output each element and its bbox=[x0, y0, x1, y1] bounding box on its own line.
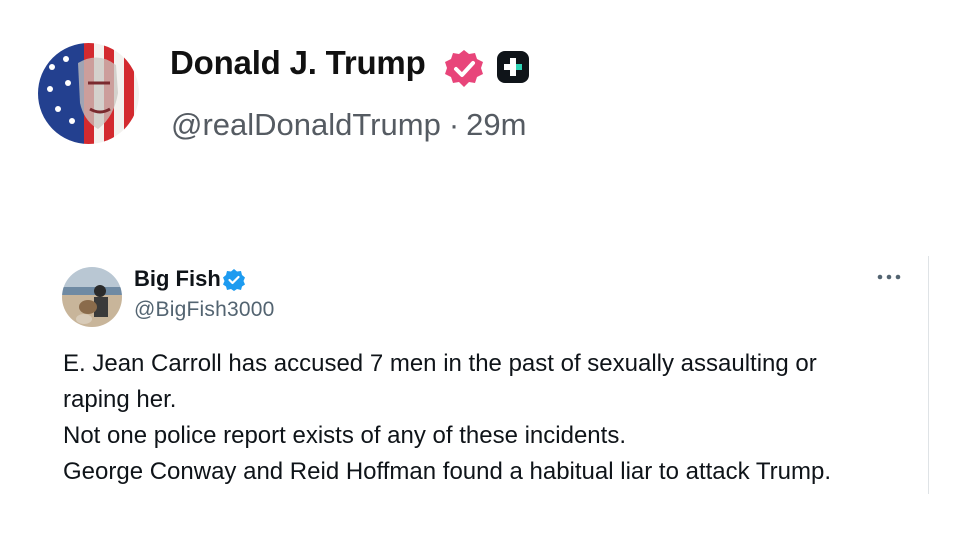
quoted-text-line: raping her. bbox=[63, 386, 177, 413]
quoted-text-line: E. Jean Carroll has accused 7 men in the… bbox=[63, 350, 817, 377]
quoted-post-text: E. Jean Carroll has accused 7 men in the… bbox=[63, 346, 913, 490]
quoted-author-handle[interactable]: @BigFish3000 bbox=[134, 298, 274, 322]
quoted-author-avatar[interactable] bbox=[62, 267, 122, 327]
author-display-name[interactable]: Donald J. Trump bbox=[170, 44, 426, 82]
beach-photo-icon bbox=[62, 267, 122, 327]
author-avatar[interactable] bbox=[38, 43, 139, 144]
post-timestamp[interactable]: 29m bbox=[466, 107, 526, 142]
author-meta: @realDonaldTrump · 29m bbox=[171, 107, 526, 143]
plus-badge-icon bbox=[497, 51, 529, 83]
author-handle[interactable]: @realDonaldTrump bbox=[171, 107, 441, 142]
meta-separator: · bbox=[448, 107, 460, 142]
flag-portrait-icon bbox=[38, 43, 139, 144]
verified-badge-icon bbox=[445, 50, 483, 87]
quoted-text-line: George Conway and Reid Hoffman found a h… bbox=[63, 458, 831, 485]
quoted-text-line: Not one police report exists of any of t… bbox=[63, 422, 626, 449]
more-options-icon[interactable] bbox=[876, 270, 902, 284]
verified-check-icon bbox=[223, 269, 245, 291]
card-border bbox=[928, 256, 929, 494]
truth-social-post: Donald J. Trump @realDonaldTrump · 29m Big… bbox=[0, 0, 972, 534]
quoted-author-name[interactable]: Big Fish bbox=[134, 266, 221, 292]
